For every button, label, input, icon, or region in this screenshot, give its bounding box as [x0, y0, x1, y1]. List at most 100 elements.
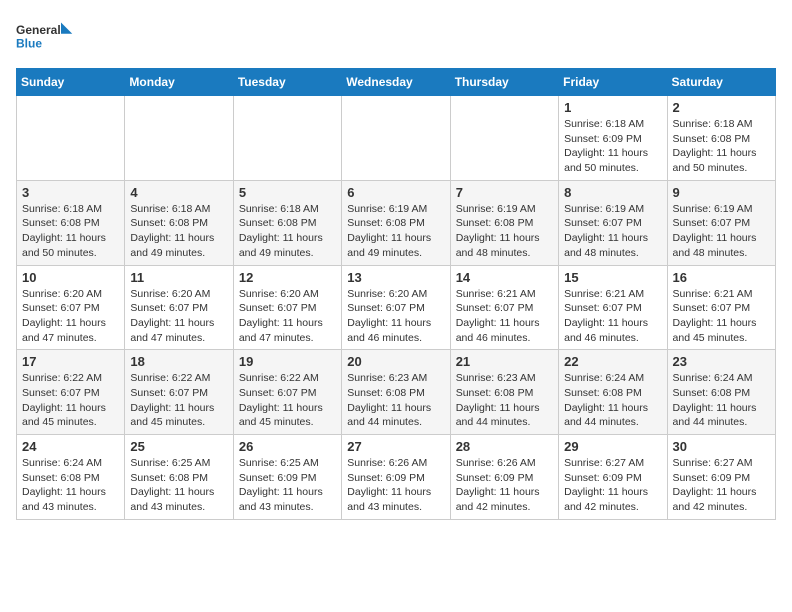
svg-text:General: General — [16, 23, 61, 37]
day-info: Sunrise: 6:18 AM Sunset: 6:08 PM Dayligh… — [22, 202, 119, 261]
day-info: Sunrise: 6:18 AM Sunset: 6:09 PM Dayligh… — [564, 117, 661, 176]
day-number: 18 — [130, 354, 227, 369]
day-info: Sunrise: 6:19 AM Sunset: 6:08 PM Dayligh… — [347, 202, 444, 261]
calendar-week-row: 1 Sunrise: 6:18 AM Sunset: 6:09 PM Daylig… — [17, 96, 776, 181]
day-number: 30 — [673, 439, 770, 454]
day-of-week-header: Thursday — [450, 69, 558, 96]
day-of-week-header: Tuesday — [233, 69, 341, 96]
day-number: 16 — [673, 270, 770, 285]
calendar-week-row: 10 Sunrise: 6:20 AM Sunset: 6:07 PM Dayli… — [17, 265, 776, 350]
day-of-week-header: Monday — [125, 69, 233, 96]
day-info: Sunrise: 6:24 AM Sunset: 6:08 PM Dayligh… — [673, 371, 770, 430]
calendar-day-cell: 9 Sunrise: 6:19 AM Sunset: 6:07 PM Daylig… — [667, 180, 775, 265]
day-number: 20 — [347, 354, 444, 369]
day-number: 23 — [673, 354, 770, 369]
day-number: 8 — [564, 185, 661, 200]
day-info: Sunrise: 6:21 AM Sunset: 6:07 PM Dayligh… — [564, 287, 661, 346]
calendar-day-cell: 25 Sunrise: 6:25 AM Sunset: 6:08 PM Dayli… — [125, 435, 233, 520]
logo-icon: GeneralBlue — [16, 16, 76, 56]
day-info: Sunrise: 6:23 AM Sunset: 6:08 PM Dayligh… — [456, 371, 553, 430]
day-info: Sunrise: 6:20 AM Sunset: 6:07 PM Dayligh… — [130, 287, 227, 346]
day-number: 5 — [239, 185, 336, 200]
calendar-body: 1 Sunrise: 6:18 AM Sunset: 6:09 PM Daylig… — [17, 96, 776, 520]
day-number: 2 — [673, 100, 770, 115]
calendar-day-cell: 1 Sunrise: 6:18 AM Sunset: 6:09 PM Daylig… — [559, 96, 667, 181]
calendar-day-cell: 18Sunrise: 6:22 AM Sunset: 6:07 PM Dayli… — [125, 350, 233, 435]
day-number: 3 — [22, 185, 119, 200]
calendar-day-cell: 16 Sunrise: 6:21 AM Sunset: 6:07 PM Dayli… — [667, 265, 775, 350]
day-number: 24 — [22, 439, 119, 454]
day-of-week-header: Sunday — [17, 69, 125, 96]
day-number: 10 — [22, 270, 119, 285]
calendar-day-cell: 10 Sunrise: 6:20 AM Sunset: 6:07 PM Dayli… — [17, 265, 125, 350]
calendar-day-cell: 2 Sunrise: 6:18 AM Sunset: 6:08 PM Daylig… — [667, 96, 775, 181]
day-number: 26 — [239, 439, 336, 454]
logo: GeneralBlue — [16, 16, 76, 56]
calendar-day-cell: 7 Sunrise: 6:19 AM Sunset: 6:08 PM Daylig… — [450, 180, 558, 265]
calendar-week-row: 3 Sunrise: 6:18 AM Sunset: 6:08 PM Daylig… — [17, 180, 776, 265]
calendar-day-cell: 22 Sunrise: 6:24 AM Sunset: 6:08 PM Dayli… — [559, 350, 667, 435]
calendar-table: SundayMondayTuesdayWednesdayThursdayFrid… — [16, 68, 776, 520]
day-info: Sunrise: 6:25 AM Sunset: 6:08 PM Dayligh… — [130, 456, 227, 515]
calendar-day-cell: 29 Sunrise: 6:27 AM Sunset: 6:09 PM Dayli… — [559, 435, 667, 520]
day-info: Sunrise: 6:21 AM Sunset: 6:07 PM Dayligh… — [673, 287, 770, 346]
calendar-day-cell: 8 Sunrise: 6:19 AM Sunset: 6:07 PM Daylig… — [559, 180, 667, 265]
calendar-day-cell: 19 Sunrise: 6:22 AM Sunset: 6:07 PM Dayli… — [233, 350, 341, 435]
calendar-day-cell: 14Sunrise: 6:21 AM Sunset: 6:07 PM Dayli… — [450, 265, 558, 350]
calendar-day-cell: 24 Sunrise: 6:24 AM Sunset: 6:08 PM Dayli… — [17, 435, 125, 520]
day-info: Sunrise: 6:21 AM Sunset: 6:07 PM Dayligh… — [456, 287, 553, 346]
day-info: Sunrise: 6:27 AM Sunset: 6:09 PM Dayligh… — [673, 456, 770, 515]
day-number: 25 — [130, 439, 227, 454]
day-info: Sunrise: 6:20 AM Sunset: 6:07 PM Dayligh… — [239, 287, 336, 346]
day-info: Sunrise: 6:22 AM Sunset: 6:07 PM Dayligh… — [22, 371, 119, 430]
calendar-day-cell: 28Sunrise: 6:26 AM Sunset: 6:09 PM Dayli… — [450, 435, 558, 520]
calendar-day-cell: 4Sunrise: 6:18 AM Sunset: 6:08 PM Daylig… — [125, 180, 233, 265]
day-number: 21 — [456, 354, 553, 369]
day-number: 7 — [456, 185, 553, 200]
day-info: Sunrise: 6:24 AM Sunset: 6:08 PM Dayligh… — [564, 371, 661, 430]
day-of-week-header: Wednesday — [342, 69, 450, 96]
day-info: Sunrise: 6:19 AM Sunset: 6:07 PM Dayligh… — [564, 202, 661, 261]
calendar-day-cell: 6 Sunrise: 6:19 AM Sunset: 6:08 PM Daylig… — [342, 180, 450, 265]
day-info: Sunrise: 6:26 AM Sunset: 6:09 PM Dayligh… — [456, 456, 553, 515]
calendar-day-cell — [17, 96, 125, 181]
day-number: 4 — [130, 185, 227, 200]
day-number: 12 — [239, 270, 336, 285]
day-info: Sunrise: 6:20 AM Sunset: 6:07 PM Dayligh… — [347, 287, 444, 346]
calendar-day-cell: 26 Sunrise: 6:25 AM Sunset: 6:09 PM Dayli… — [233, 435, 341, 520]
calendar-week-row: 24 Sunrise: 6:24 AM Sunset: 6:08 PM Dayli… — [17, 435, 776, 520]
calendar-day-cell — [125, 96, 233, 181]
day-info: Sunrise: 6:22 AM Sunset: 6:07 PM Dayligh… — [239, 371, 336, 430]
day-of-week-header: Saturday — [667, 69, 775, 96]
day-info: Sunrise: 6:24 AM Sunset: 6:08 PM Dayligh… — [22, 456, 119, 515]
day-of-week-header: Friday — [559, 69, 667, 96]
day-info: Sunrise: 6:26 AM Sunset: 6:09 PM Dayligh… — [347, 456, 444, 515]
day-info: Sunrise: 6:18 AM Sunset: 6:08 PM Dayligh… — [673, 117, 770, 176]
day-info: Sunrise: 6:18 AM Sunset: 6:08 PM Dayligh… — [239, 202, 336, 261]
day-number: 22 — [564, 354, 661, 369]
calendar-day-cell: 27 Sunrise: 6:26 AM Sunset: 6:09 PM Dayli… — [342, 435, 450, 520]
calendar-day-cell: 30 Sunrise: 6:27 AM Sunset: 6:09 PM Dayli… — [667, 435, 775, 520]
day-info: Sunrise: 6:20 AM Sunset: 6:07 PM Dayligh… — [22, 287, 119, 346]
day-number: 27 — [347, 439, 444, 454]
day-number: 19 — [239, 354, 336, 369]
day-info: Sunrise: 6:19 AM Sunset: 6:07 PM Dayligh… — [673, 202, 770, 261]
day-number: 6 — [347, 185, 444, 200]
calendar-day-cell: 3 Sunrise: 6:18 AM Sunset: 6:08 PM Daylig… — [17, 180, 125, 265]
day-number: 17 — [22, 354, 119, 369]
day-number: 11 — [130, 270, 227, 285]
day-number: 9 — [673, 185, 770, 200]
calendar-day-cell: 20Sunrise: 6:23 AM Sunset: 6:08 PM Dayli… — [342, 350, 450, 435]
calendar-day-cell — [233, 96, 341, 181]
day-info: Sunrise: 6:27 AM Sunset: 6:09 PM Dayligh… — [564, 456, 661, 515]
calendar-day-cell: 5 Sunrise: 6:18 AM Sunset: 6:08 PM Daylig… — [233, 180, 341, 265]
day-info: Sunrise: 6:25 AM Sunset: 6:09 PM Dayligh… — [239, 456, 336, 515]
calendar-day-cell: 13 Sunrise: 6:20 AM Sunset: 6:07 PM Dayli… — [342, 265, 450, 350]
calendar-day-cell: 23 Sunrise: 6:24 AM Sunset: 6:08 PM Dayli… — [667, 350, 775, 435]
day-number: 1 — [564, 100, 661, 115]
day-info: Sunrise: 6:19 AM Sunset: 6:08 PM Dayligh… — [456, 202, 553, 261]
day-number: 29 — [564, 439, 661, 454]
calendar-day-cell: 15Sunrise: 6:21 AM Sunset: 6:07 PM Dayli… — [559, 265, 667, 350]
calendar-day-cell: 17 Sunrise: 6:22 AM Sunset: 6:07 PM Dayli… — [17, 350, 125, 435]
day-number: 13 — [347, 270, 444, 285]
